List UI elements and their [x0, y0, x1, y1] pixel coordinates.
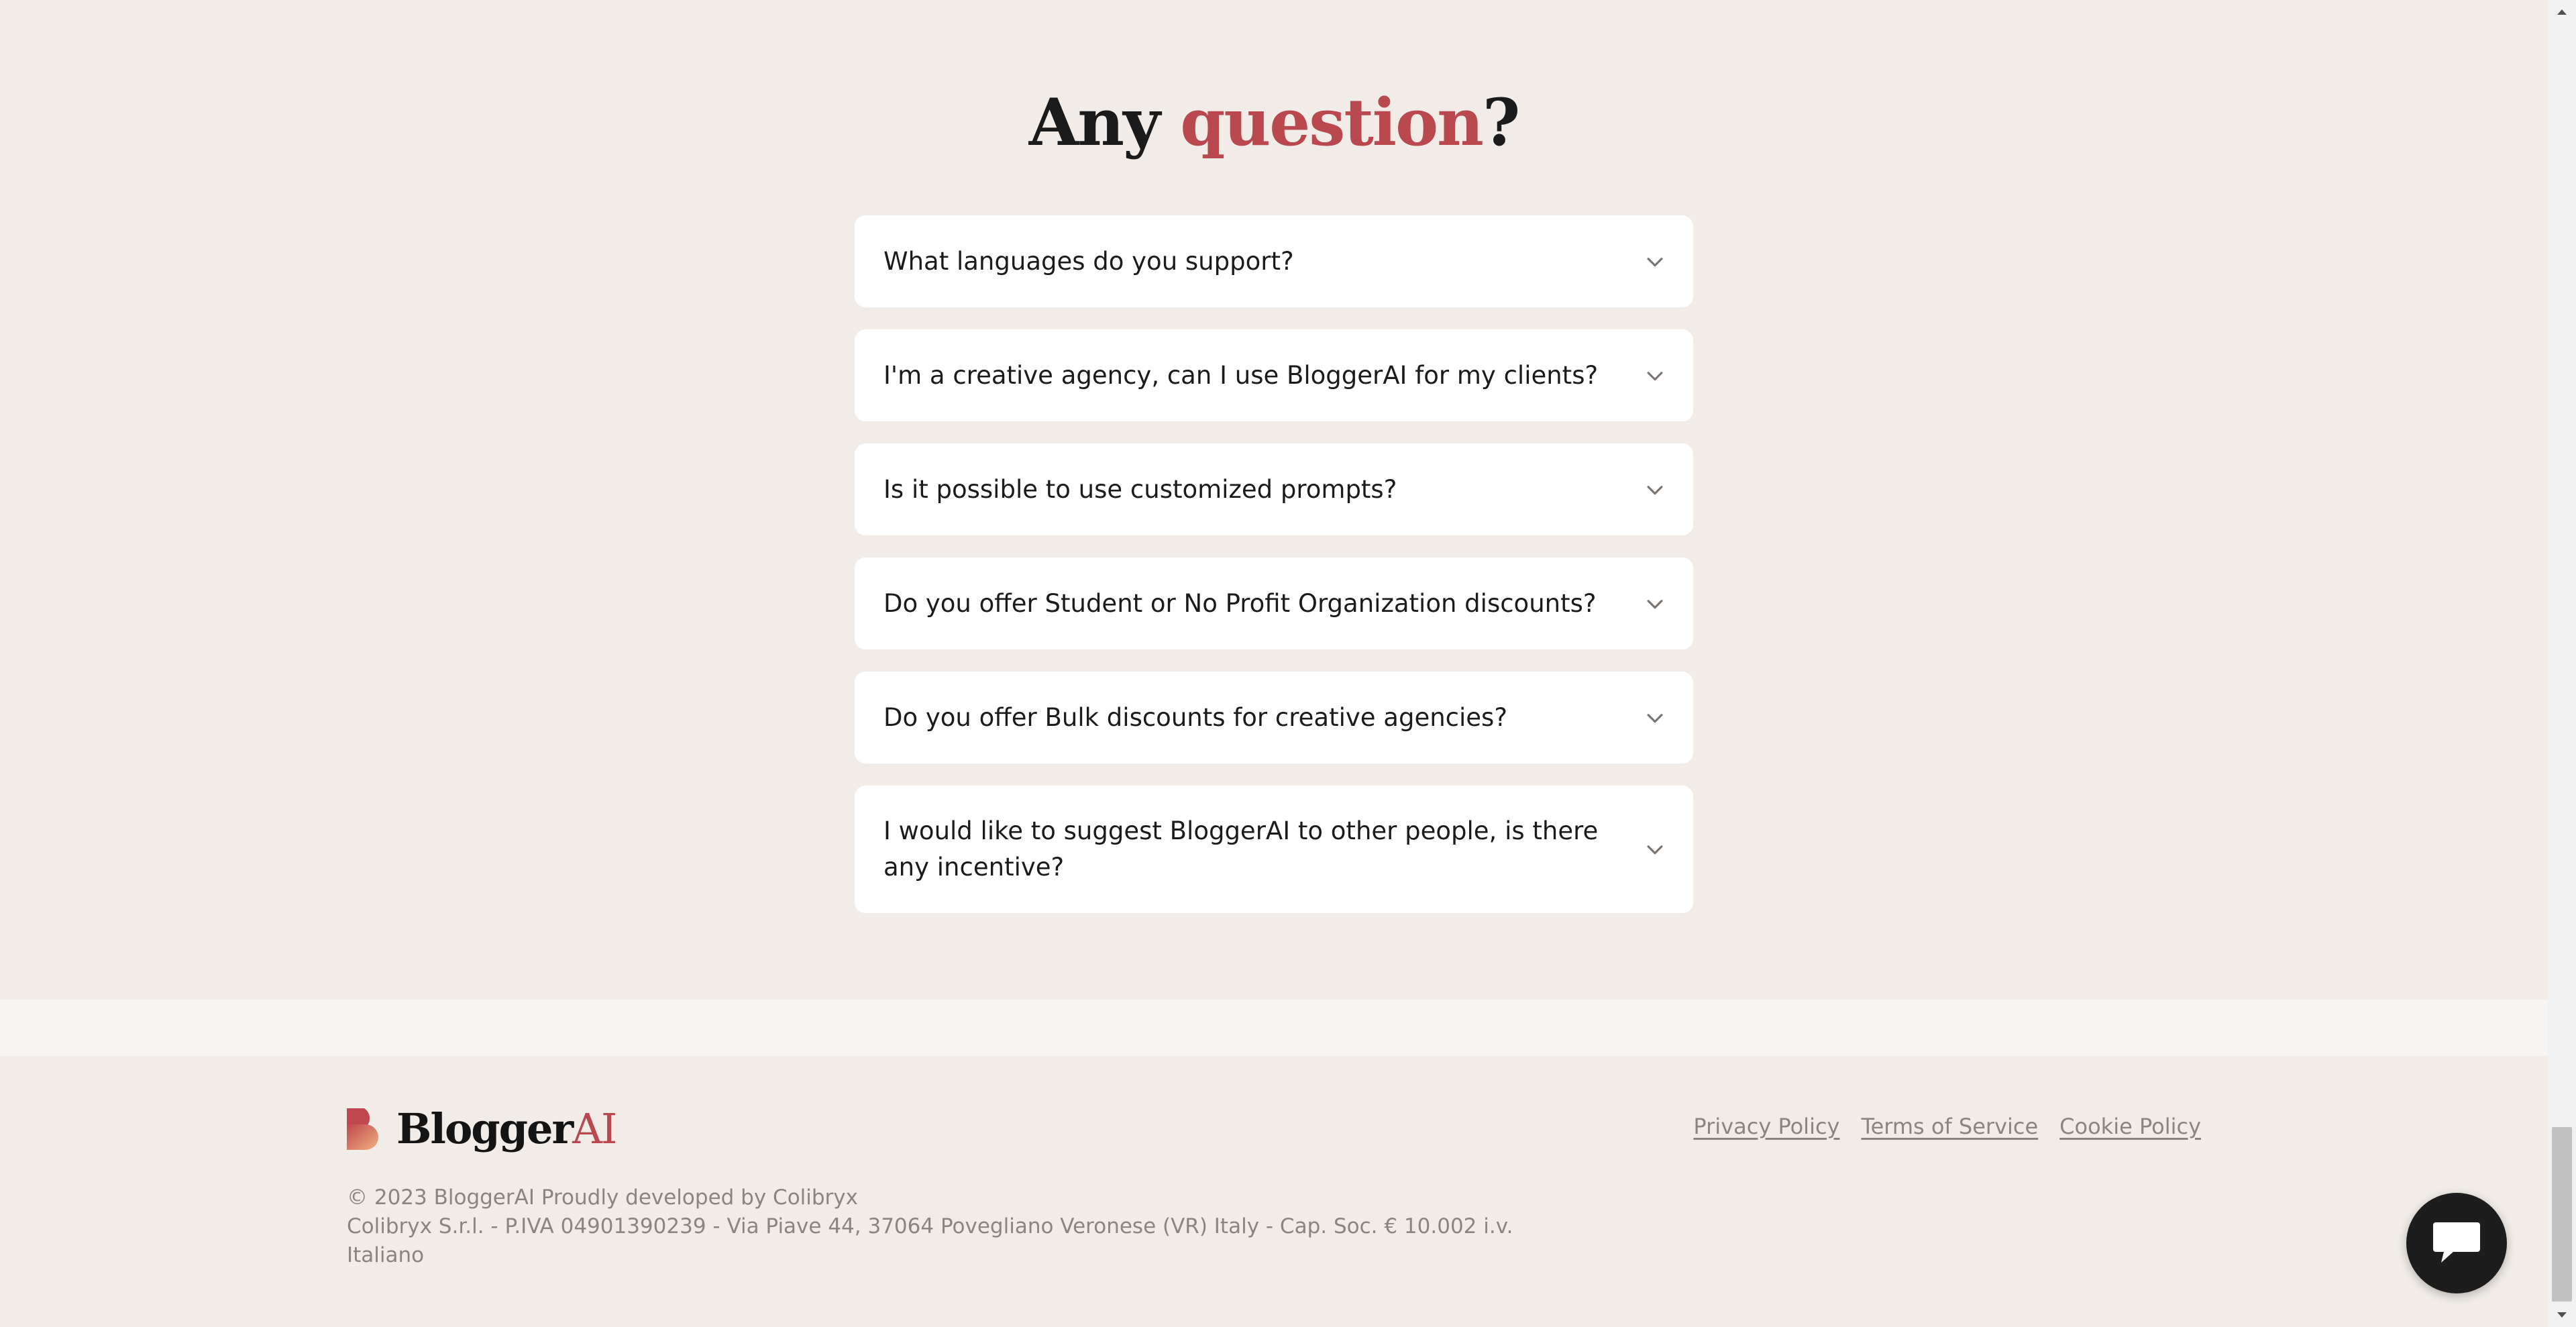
faq-item-student-discounts[interactable]: Do you offer Student or No Profit Organi… [855, 558, 1693, 649]
copyright-text: © 2023 BloggerAI Proudly developed by Co… [347, 1185, 858, 1210]
chevron-down-icon [1647, 485, 1663, 494]
faq-title-accent: question [1180, 85, 1484, 160]
faq-item-languages[interactable]: What languages do you support? [855, 215, 1693, 307]
bloggerai-logo-mark-icon [347, 1108, 378, 1150]
footer-logo[interactable]: BloggerAI [347, 1108, 617, 1150]
faq-question: I would like to suggest BloggerAI to oth… [883, 816, 1599, 882]
faq-item-referral-incentive[interactable]: I would like to suggest BloggerAI to oth… [855, 786, 1693, 913]
faq-item-bulk-discounts[interactable]: Do you offer Bulk discounts for creative… [855, 672, 1693, 763]
faq-question: What languages do you support? [883, 246, 1294, 276]
faq-question: I'm a creative agency, can I use Blogger… [883, 360, 1599, 390]
chevron-down-icon [1647, 845, 1663, 855]
faq-title-post: ? [1482, 85, 1520, 160]
scrollbar-thumb[interactable] [2552, 1127, 2572, 1302]
page-scrollbar[interactable] [2548, 0, 2576, 1327]
page: Any question? What languages do you supp… [0, 0, 2548, 1327]
cookie-policy-link[interactable]: Cookie Policy [2059, 1114, 2201, 1139]
faq-question: Do you offer Student or No Profit Organi… [883, 588, 1597, 618]
faq-title-pre: Any [1028, 85, 1181, 160]
chat-button[interactable] [2406, 1193, 2507, 1293]
logo-text-accent: AI [572, 1104, 617, 1153]
faq-list: What languages do you support? I'm a cre… [855, 215, 1693, 935]
chevron-down-icon [1647, 371, 1663, 380]
company-info-text: Colibryx S.r.l. - P.IVA 04901390239 - Vi… [347, 1214, 1513, 1238]
chat-bubble-icon [2433, 1222, 2480, 1263]
footer-links: Privacy Policy Terms of Service Cookie P… [1693, 1114, 2201, 1139]
section-divider-band [0, 1000, 2548, 1056]
faq-section: Any question? What languages do you supp… [0, 0, 2548, 1000]
privacy-policy-link[interactable]: Privacy Policy [1693, 1114, 1839, 1139]
terms-of-service-link[interactable]: Terms of Service [1861, 1114, 2038, 1139]
logo-text-main: Blogger [396, 1104, 574, 1153]
logo-text: BloggerAI [396, 1108, 617, 1150]
faq-item-custom-prompts[interactable]: Is it possible to use customized prompts… [855, 443, 1693, 535]
faq-item-agency[interactable]: I'm a creative agency, can I use Blogger… [855, 329, 1693, 421]
scroll-up-arrow-icon[interactable] [2548, 0, 2576, 23]
faq-title: Any question? [0, 79, 2548, 166]
chevron-down-icon [1647, 599, 1663, 608]
chevron-down-icon [1647, 713, 1663, 723]
chevron-down-icon [1647, 257, 1663, 266]
faq-question: Do you offer Bulk discounts for creative… [883, 702, 1507, 732]
footer: BloggerAI Privacy Policy Terms of Servic… [0, 1056, 2548, 1327]
language-selector[interactable]: Italiano [347, 1241, 1513, 1270]
faq-question: Is it possible to use customized prompts… [883, 474, 1397, 504]
scroll-down-arrow-icon[interactable] [2548, 1304, 2576, 1327]
footer-info: © 2023 BloggerAI Proudly developed by Co… [347, 1183, 1513, 1270]
